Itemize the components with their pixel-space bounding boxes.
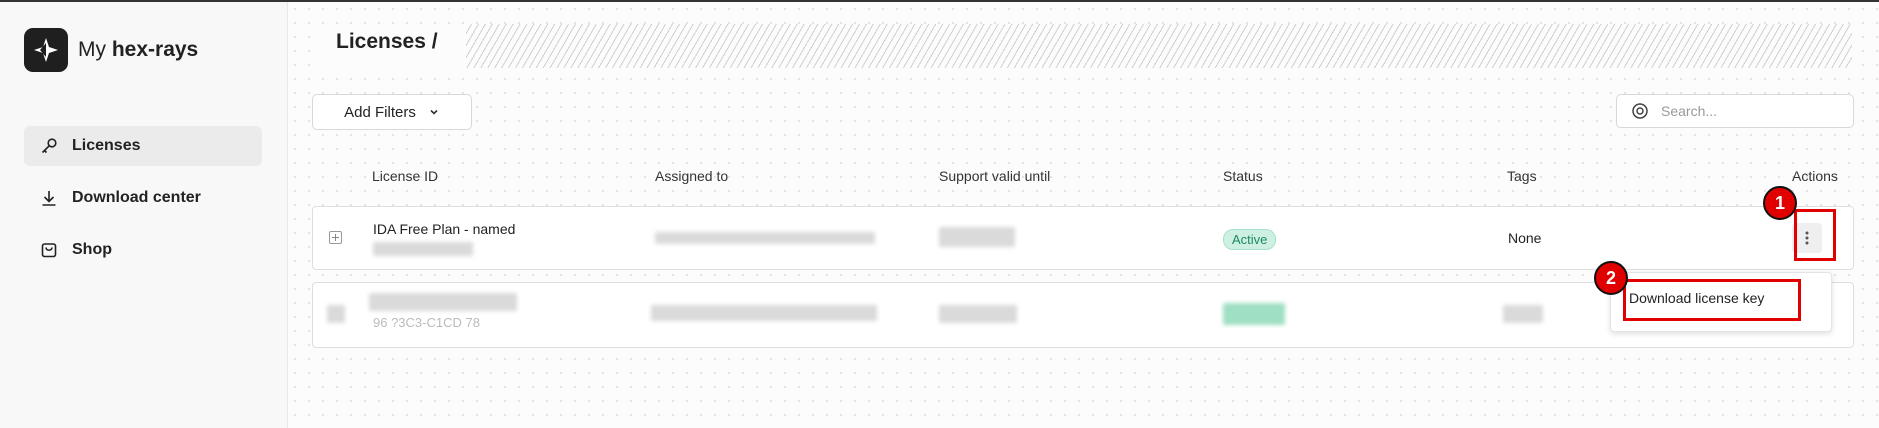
chevron-down-icon [430, 109, 438, 115]
sidebar-nav: Licenses Download center Shop [24, 126, 262, 282]
logo-prefix: My [78, 38, 106, 61]
search-box[interactable] [1616, 94, 1854, 128]
license-key-partial: 96 ?3C3-C1CD 78 [373, 315, 480, 330]
add-filters-label: Add Filters [344, 103, 416, 121]
search-input[interactable] [1659, 102, 1843, 120]
main-content: Licenses / Add Filters License ID Assign… [288, 2, 1879, 428]
sidebar: My hex-rays Licenses Download center Sho… [0, 2, 288, 428]
hex-rays-logo-icon [24, 28, 68, 72]
key-icon [41, 138, 57, 154]
add-filters-button[interactable]: Add Filters [312, 94, 472, 130]
column-header-actions: Actions [1792, 168, 1838, 184]
redacted-assigned-to [651, 305, 877, 321]
table-row[interactable]: IDA Free Plan - named Active None [312, 206, 1854, 270]
logo-brand: hex-rays [111, 38, 199, 61]
sidebar-item-label: Shop [72, 241, 112, 258]
page-header: Licenses / [312, 24, 1852, 70]
tags-cell: None [1508, 230, 1542, 246]
download-icon [42, 191, 56, 206]
redacted-expander [327, 305, 345, 323]
column-header-assigned-to[interactable]: Assigned to [655, 168, 728, 184]
redacted-license-id [369, 293, 517, 311]
redacted-status-badge [1223, 303, 1285, 325]
logo-text: My hex-rays [78, 38, 198, 62]
license-id-cell: IDA Free Plan - named [373, 221, 516, 237]
search-icon [1632, 103, 1648, 119]
logo[interactable]: My hex-rays [24, 28, 198, 72]
redacted-support-date [939, 227, 1015, 247]
sidebar-item-download-center[interactable]: Download center [24, 178, 262, 218]
column-header-license-id[interactable]: License ID [372, 168, 438, 184]
annotation-marker: 1 [1763, 186, 1797, 220]
annotation-highlight-download [1623, 279, 1801, 321]
redacted-license-key [373, 242, 473, 256]
sidebar-item-shop[interactable]: Shop [24, 230, 262, 270]
annotation-highlight-actions [1794, 209, 1836, 261]
sidebar-item-label: Licenses [72, 137, 141, 154]
redacted-assigned-to [655, 232, 875, 244]
status-badge: Active [1223, 229, 1277, 250]
sidebar-item-licenses[interactable]: Licenses [24, 126, 262, 166]
redacted-tags [1503, 305, 1543, 323]
page-title: Licenses / [312, 24, 466, 70]
column-header-status[interactable]: Status [1223, 168, 1263, 184]
shop-bag-icon [41, 243, 57, 258]
expand-row-icon[interactable] [329, 231, 342, 244]
redacted-support-date [939, 305, 1017, 323]
annotation-marker: 2 [1594, 261, 1628, 295]
column-header-tags[interactable]: Tags [1507, 168, 1537, 184]
sidebar-item-label: Download center [72, 189, 201, 206]
header-hatch-decoration [465, 24, 1852, 68]
column-header-support-valid-until[interactable]: Support valid until [939, 168, 1050, 184]
